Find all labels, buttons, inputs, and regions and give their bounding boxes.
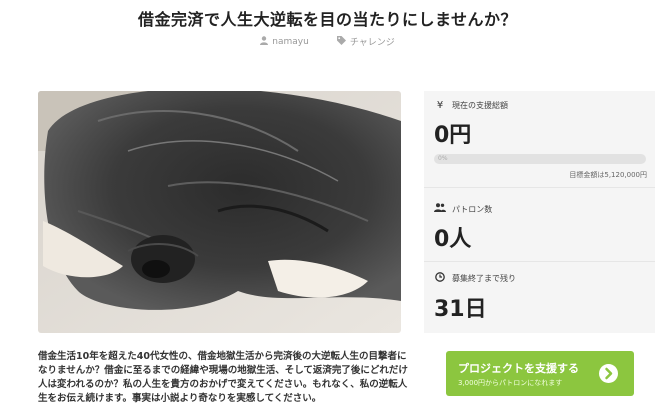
chevron-right-icon bbox=[599, 364, 618, 383]
remaining-label: 募集終了まで残り bbox=[452, 274, 516, 283]
support-button-sublabel: 3,000円からパトロンになれます bbox=[458, 379, 563, 387]
author-group[interactable]: namayu bbox=[260, 35, 309, 48]
stats-divider bbox=[424, 187, 655, 188]
stats-divider bbox=[424, 261, 655, 262]
funding-value: 0円 bbox=[434, 123, 472, 148]
goal-amount: 目標金額は5,120,000円 bbox=[569, 171, 647, 179]
backers-value: 0人 bbox=[434, 227, 472, 252]
support-project-button[interactable]: プロジェクトを支援する 3,000円からパトロンになれます bbox=[446, 351, 634, 396]
page-title: 借金完済で人生大逆転を目の当たりにしませんか？ bbox=[137, 10, 518, 29]
user-icon bbox=[260, 35, 269, 48]
project-description: 借金生活10年を超えた40代女性の、借金地獄生活から完済後の大逆転人生の目撃者に… bbox=[38, 351, 408, 404]
yen-icon: ¥ bbox=[436, 100, 444, 111]
funding-progress-bar: 0% bbox=[434, 154, 646, 164]
clock-icon bbox=[434, 272, 446, 285]
category-group[interactable]: チャレンジ bbox=[336, 35, 395, 48]
remaining-value: 31日 bbox=[434, 297, 487, 322]
users-icon bbox=[434, 203, 446, 215]
remaining-stat: 募集終了まで残り 31日 bbox=[434, 272, 646, 323]
project-meta: namayu チャレンジ bbox=[0, 35, 655, 48]
project-stats-panel: ¥ 現在の支援総額 0円 0% 目標金額は5,120,000円 パトロン数 0人… bbox=[424, 91, 655, 333]
category-name: チャレンジ bbox=[349, 38, 395, 48]
support-button-label: プロジェクトを支援する bbox=[458, 362, 579, 375]
funding-stat: ¥ 現在の支援総額 0円 bbox=[434, 100, 646, 149]
funding-label: 現在の支援総額 bbox=[452, 101, 508, 110]
progress-percent: 0% bbox=[438, 155, 448, 162]
backers-stat: パトロン数 0人 bbox=[434, 203, 646, 253]
project-hero-image bbox=[38, 91, 401, 333]
backers-label: パトロン数 bbox=[452, 204, 493, 214]
author-name: namayu bbox=[272, 36, 309, 47]
tag-icon bbox=[336, 35, 346, 48]
